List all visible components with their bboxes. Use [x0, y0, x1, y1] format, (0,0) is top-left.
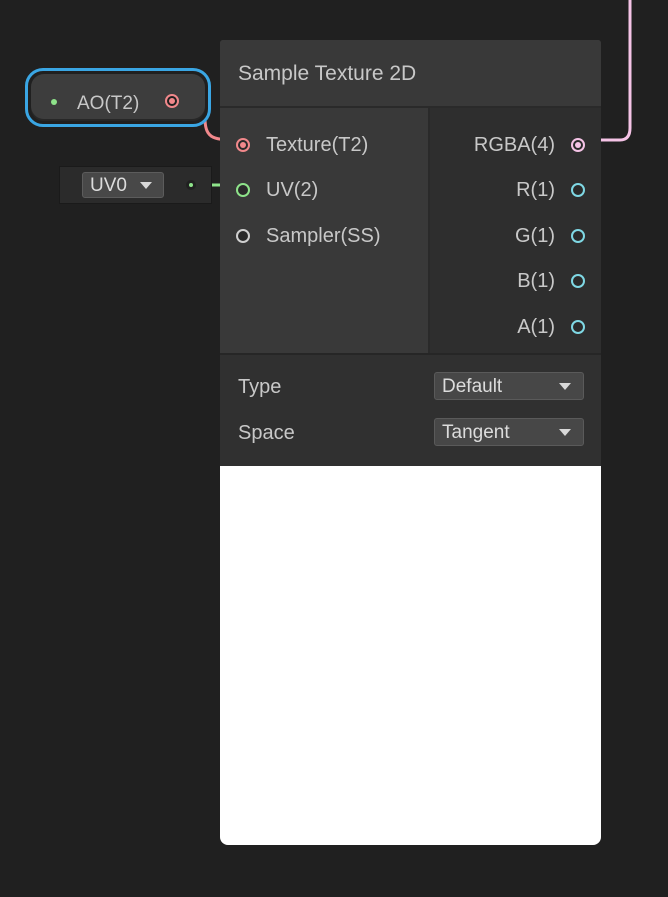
input-port-label: UV(2)	[266, 179, 319, 201]
uv-port-icon[interactable]	[236, 183, 250, 197]
uv-channel-dropdown[interactable]: UV0	[82, 172, 164, 198]
space-label: Space	[238, 422, 295, 444]
input-ports: Texture(T2) UV(2) Sampler(SS)	[220, 108, 428, 353]
uv-inline-node: UV0	[59, 166, 212, 204]
space-value: Tangent	[442, 422, 510, 443]
output-ports: RGBA(4) R(1) G(1) B(1) A(1)	[428, 108, 601, 353]
output-port-label: G(1)	[515, 225, 555, 247]
output-port-rgba[interactable]: RGBA(4)	[430, 131, 601, 161]
uv-output-port[interactable]	[186, 180, 196, 190]
type-value: Default	[442, 376, 503, 397]
output-port-g[interactable]: G(1)	[430, 222, 601, 252]
output-port-label: R(1)	[516, 179, 555, 201]
ao-property-node-body: AO(T2)	[31, 74, 205, 121]
sample-texture-2d-node[interactable]: Sample Texture 2D Texture(T2) UV(2) Samp…	[220, 40, 601, 845]
node-settings: Type Default Space Tangent	[220, 353, 601, 466]
property-exposed-indicator	[51, 99, 57, 105]
space-dropdown[interactable]: Tangent	[434, 418, 584, 446]
chevron-down-icon	[140, 182, 152, 189]
ao-property-node[interactable]: AO(T2)	[25, 68, 211, 127]
input-port-label: Sampler(SS)	[266, 225, 381, 247]
node-header[interactable]: Sample Texture 2D	[220, 40, 601, 108]
output-port-b[interactable]: B(1)	[430, 267, 601, 297]
uv-channel-value: UV0	[90, 175, 127, 196]
type-label: Type	[238, 376, 282, 398]
output-port-label: A(1)	[517, 316, 555, 338]
texture-port-icon[interactable]	[236, 138, 250, 152]
ao-output-port[interactable]	[165, 94, 179, 108]
output-port-a[interactable]: A(1)	[430, 313, 601, 343]
type-dropdown[interactable]: Default	[434, 372, 584, 400]
output-port-r[interactable]: R(1)	[430, 176, 601, 206]
output-port-label: B(1)	[517, 270, 555, 292]
ao-property-label: AO(T2)	[77, 93, 140, 114]
chevron-down-icon	[559, 383, 571, 390]
a-port-icon[interactable]	[571, 320, 585, 334]
rgba-port-icon[interactable]	[571, 138, 585, 152]
chevron-down-icon	[559, 429, 571, 436]
b-port-icon[interactable]	[571, 274, 585, 288]
texture-preview	[220, 466, 601, 845]
g-port-icon[interactable]	[571, 229, 585, 243]
input-port-label: Texture(T2)	[266, 134, 369, 156]
r-port-icon[interactable]	[571, 183, 585, 197]
output-port-label: RGBA(4)	[473, 134, 555, 156]
sampler-port-icon[interactable]	[236, 229, 250, 243]
node-title: Sample Texture 2D	[238, 62, 417, 85]
